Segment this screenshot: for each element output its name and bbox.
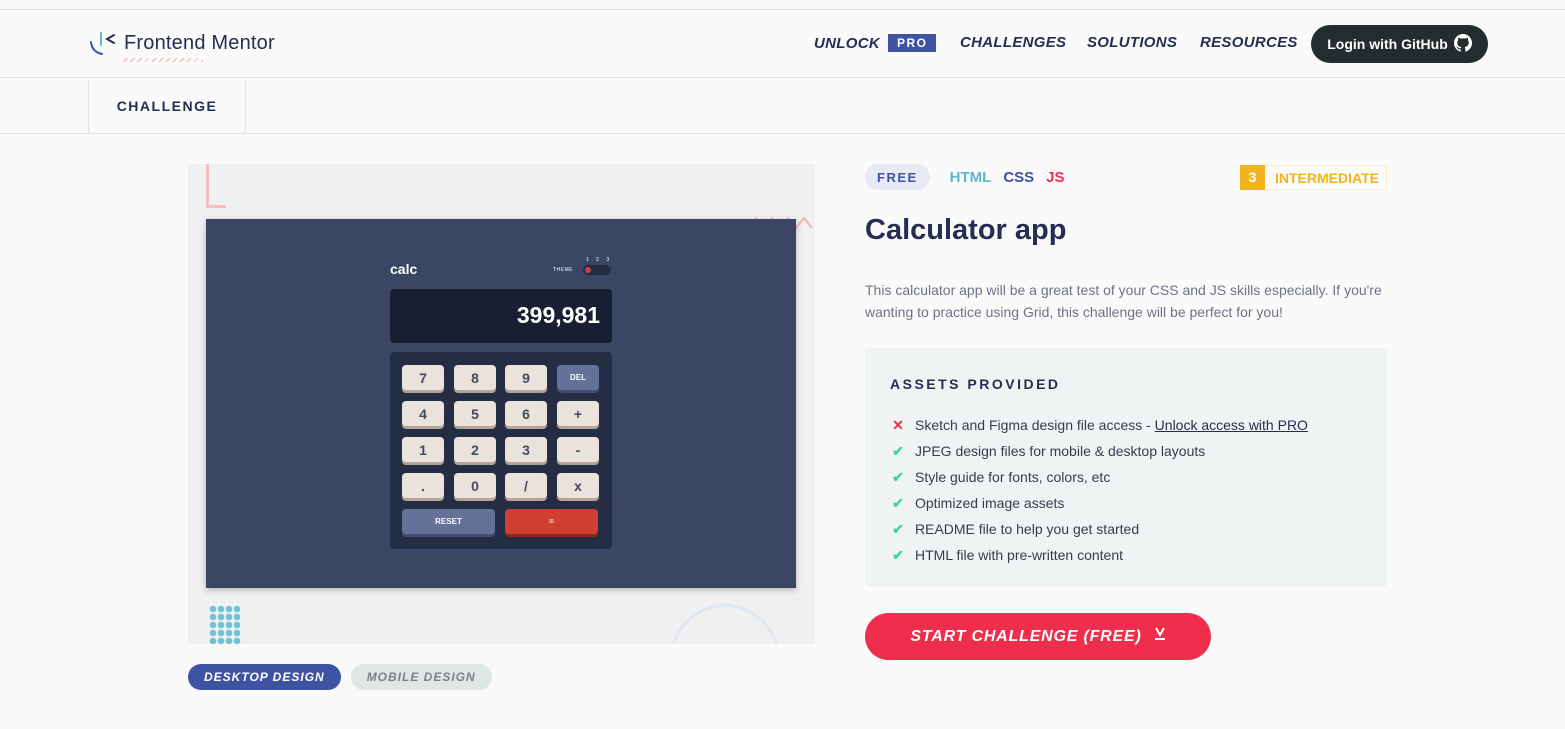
asset-text: Sketch and Figma design file access - [915,417,1155,433]
language-tag-css: CSS [1003,168,1035,186]
nav-resources[interactable]: RESOURCES [1200,34,1298,51]
nav-unlock-label: UNLOCK [814,34,880,52]
calc-keypad: 7 8 9 DEL 4 5 6 +1 2 3-. 0 / x RESET = [390,352,612,549]
calc-key: . [402,473,444,498]
calc-key: 1 [402,437,444,462]
check-icon: ✔ [892,494,904,511]
asset-text: Style guide for fonts, colors, etc [915,469,1111,485]
site-header: Frontend Mentor UNLOCK PRO CHALLENGES SO… [0,10,1565,78]
calc-key: 6 [505,401,547,426]
asset-item: ✕ Sketch and Figma design file access - U… [890,412,1308,438]
calculator-mockup: calc 1 2 3 THEME 399,981 7 8 9 DEL 4 5 6 +1 2 3-.… [206,219,796,588]
challenge-tags: FREE HTML CSS JS [865,164,1065,190]
check-icon: ✔ [892,520,904,537]
logo-text: Frontend Mentor [124,31,275,62]
calc-key: - [557,437,599,462]
calc-title: calc [390,261,418,277]
calc-key: 5 [454,401,496,426]
asset-text: Optimized image assets [915,495,1065,511]
assets-list: ✕ Sketch and Figma design file access - U… [890,412,1308,568]
calc-key: x [557,473,599,498]
calc-key: DEL [557,365,599,390]
theme-numbers: 1 2 3 [586,257,613,263]
difficulty-level-number: 3 [1240,164,1265,190]
free-badge: FREE [865,164,930,190]
decor-circle-shape [670,604,780,644]
calc-key: 8 [454,365,496,390]
decor-corner-shape [206,164,226,208]
calc-display: 399,981 [390,289,612,343]
login-button-label: Login with GitHub [1327,36,1448,52]
asset-text: HTML file with pre-written content [915,547,1123,563]
theme-toggle [583,265,611,275]
check-icon: ✔ [892,468,904,485]
calc-key: 2 [454,437,496,462]
challenge-description: This calculator app will be a great test… [865,282,1382,320]
calc-key: = [505,509,598,534]
language-tag-js: JS [1046,168,1065,186]
theme-label: THEME [553,267,573,273]
calc-key: / [505,473,547,498]
asset-item: ✔ HTML file with pre-written content [890,542,1308,568]
logo[interactable]: Frontend Mentor [88,28,275,62]
tab-challenge[interactable]: CHALLENGE [88,79,246,133]
asset-text: JPEG design files for mobile & desktop l… [915,443,1206,459]
assets-title: ASSETS PROVIDED [890,376,1061,392]
calc-key: 3 [505,437,547,462]
decor-dot-grid [209,605,241,644]
theme-toggle-knob [585,267,591,273]
assets-panel: ASSETS PROVIDED ✕ Sketch and Figma design… [865,348,1387,587]
github-icon [1453,33,1472,55]
calc-key: RESET [402,509,495,534]
check-icon: ✔ [892,442,904,459]
nav-unlock-pro[interactable]: UNLOCK PRO [814,34,937,52]
nav-solutions[interactable]: SOLUTIONS [1087,34,1177,51]
asset-text: README file to help you get started [915,521,1140,537]
unlock-pro-link[interactable]: Unlock access with PRO [1155,417,1308,433]
calc-key: 4 [402,401,444,426]
start-challenge-label: START CHALLENGE (FREE) [910,627,1142,645]
language-tag-html: HTML [949,168,992,186]
logo-mark-icon [88,28,118,58]
desktop-design-tab[interactable]: DESKTOP DESIGN [188,664,341,690]
login-with-github-button[interactable]: Login with GitHub [1311,25,1488,63]
sub-navigation: CHALLENGE [0,79,1565,134]
difficulty-level-label: INTERMEDIATE [1275,169,1379,186]
mobile-design-tab[interactable]: MOBILE DESIGN [350,664,492,690]
asset-item: ✔ README file to help you get started [890,516,1308,542]
calc-key: 9 [505,365,547,390]
asset-item: ✔ Optimized image assets [890,490,1308,516]
download-arrow-icon [1154,627,1166,646]
challenge-title: Calculator app [865,214,1067,246]
design-toggle: DESKTOP DESIGN MOBILE DESIGN [188,664,492,690]
design-preview: calc 1 2 3 THEME 399,981 7 8 9 DEL 4 5 6 +1 2 3-.… [188,164,815,644]
calc-key: 0 [454,473,496,498]
asset-item: ✔ JPEG design files for mobile & desktop … [890,438,1308,464]
check-icon: ✔ [892,546,904,563]
asset-item: ✔ Style guide for fonts, colors, etc [890,464,1308,490]
pro-badge: PRO [887,34,937,52]
calc-key: 7 [402,365,444,390]
nav-challenges[interactable]: CHALLENGES [960,34,1066,51]
cross-icon: ✕ [892,416,904,433]
difficulty-badge: 3 INTERMEDIATE [1240,164,1387,190]
start-challenge-button[interactable]: START CHALLENGE (FREE) [865,613,1211,660]
calc-key: + [557,401,599,426]
